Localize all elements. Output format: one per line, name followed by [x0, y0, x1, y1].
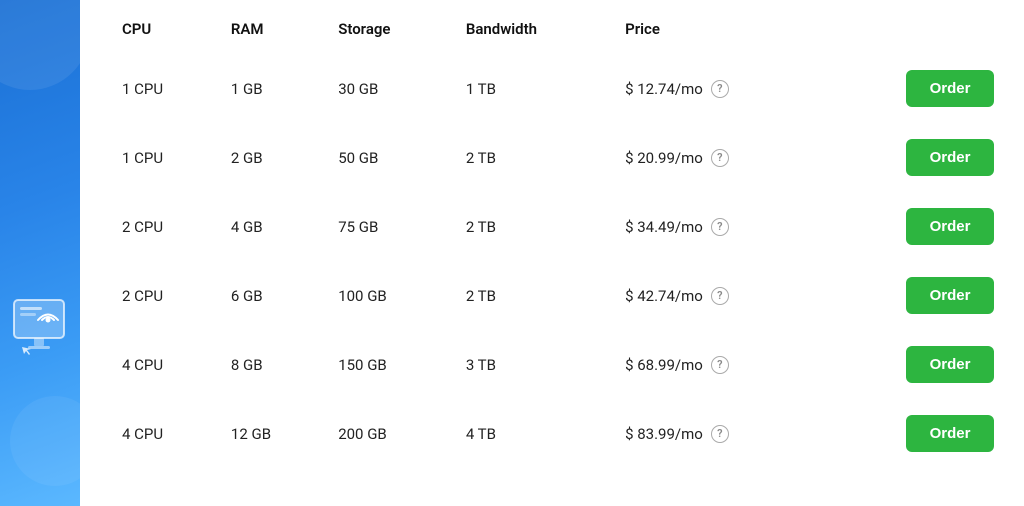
header-action — [827, 20, 994, 54]
cell-price-5: $ 83.99/mo? — [613, 399, 827, 468]
sidebar — [0, 0, 80, 506]
cell-ram-2: 4 GB — [219, 192, 326, 261]
cell-storage-0: 30 GB — [326, 54, 454, 123]
cell-cpu-1: 1 CPU — [110, 123, 219, 192]
cell-order-5: Order — [827, 399, 994, 468]
price-value: $ 20.99/mo — [625, 149, 703, 167]
cell-bandwidth-5: 4 TB — [454, 399, 613, 468]
cell-price-2: $ 34.49/mo? — [613, 192, 827, 261]
table-row: 2 CPU4 GB75 GB2 TB$ 34.49/mo?Order — [110, 192, 994, 261]
price-value: $ 83.99/mo — [625, 425, 703, 443]
cell-bandwidth-1: 2 TB — [454, 123, 613, 192]
table-row: 2 CPU6 GB100 GB2 TB$ 42.74/mo?Order — [110, 261, 994, 330]
help-icon[interactable]: ? — [711, 287, 729, 305]
cell-bandwidth-2: 2 TB — [454, 192, 613, 261]
cell-storage-1: 50 GB — [326, 123, 454, 192]
wifi-icon — [10, 292, 68, 376]
pricing-table: CPU RAM Storage Bandwidth Price 1 CPU1 G… — [110, 20, 994, 468]
help-icon[interactable]: ? — [711, 80, 729, 98]
price-value: $ 34.49/mo — [625, 218, 703, 236]
cell-order-0: Order — [827, 54, 994, 123]
order-button-3[interactable]: Order — [906, 277, 994, 314]
sidebar-decoration1 — [0, 0, 80, 90]
cell-ram-3: 6 GB — [219, 261, 326, 330]
cell-bandwidth-0: 1 TB — [454, 54, 613, 123]
cell-ram-1: 2 GB — [219, 123, 326, 192]
cell-ram-4: 8 GB — [219, 330, 326, 399]
cell-storage-3: 100 GB — [326, 261, 454, 330]
cell-cpu-5: 4 CPU — [110, 399, 219, 468]
cell-storage-5: 200 GB — [326, 399, 454, 468]
table-row: 4 CPU12 GB200 GB4 TB$ 83.99/mo?Order — [110, 399, 994, 468]
cell-order-1: Order — [827, 123, 994, 192]
order-button-5[interactable]: Order — [906, 415, 994, 452]
main-content: CPU RAM Storage Bandwidth Price 1 CPU1 G… — [80, 0, 1024, 506]
cell-ram-0: 1 GB — [219, 54, 326, 123]
cell-price-0: $ 12.74/mo? — [613, 54, 827, 123]
sidebar-decoration2 — [10, 396, 80, 486]
cell-ram-5: 12 GB — [219, 399, 326, 468]
cell-price-4: $ 68.99/mo? — [613, 330, 827, 399]
help-icon[interactable]: ? — [711, 356, 729, 374]
table-header-row: CPU RAM Storage Bandwidth Price — [110, 20, 994, 54]
cell-order-4: Order — [827, 330, 994, 399]
order-button-1[interactable]: Order — [906, 139, 994, 176]
help-icon[interactable]: ? — [711, 218, 729, 236]
header-price: Price — [613, 20, 827, 54]
header-cpu: CPU — [110, 20, 219, 54]
cell-storage-2: 75 GB — [326, 192, 454, 261]
price-value: $ 12.74/mo — [625, 80, 703, 98]
header-storage: Storage — [326, 20, 454, 54]
table-row: 1 CPU2 GB50 GB2 TB$ 20.99/mo?Order — [110, 123, 994, 192]
order-button-4[interactable]: Order — [906, 346, 994, 383]
cell-cpu-4: 4 CPU — [110, 330, 219, 399]
order-button-2[interactable]: Order — [906, 208, 994, 245]
help-icon[interactable]: ? — [711, 149, 729, 167]
header-ram: RAM — [219, 20, 326, 54]
cell-storage-4: 150 GB — [326, 330, 454, 399]
cell-price-1: $ 20.99/mo? — [613, 123, 827, 192]
cell-cpu-2: 2 CPU — [110, 192, 219, 261]
table-row: 4 CPU8 GB150 GB3 TB$ 68.99/mo?Order — [110, 330, 994, 399]
cell-bandwidth-4: 3 TB — [454, 330, 613, 399]
cell-cpu-3: 2 CPU — [110, 261, 219, 330]
price-value: $ 68.99/mo — [625, 356, 703, 374]
header-bandwidth: Bandwidth — [454, 20, 613, 54]
price-value: $ 42.74/mo — [625, 287, 703, 305]
cell-price-3: $ 42.74/mo? — [613, 261, 827, 330]
cell-cpu-0: 1 CPU — [110, 54, 219, 123]
cell-order-2: Order — [827, 192, 994, 261]
help-icon[interactable]: ? — [711, 425, 729, 443]
table-row: 1 CPU1 GB30 GB1 TB$ 12.74/mo?Order — [110, 54, 994, 123]
cell-order-3: Order — [827, 261, 994, 330]
order-button-0[interactable]: Order — [906, 70, 994, 107]
cell-bandwidth-3: 2 TB — [454, 261, 613, 330]
